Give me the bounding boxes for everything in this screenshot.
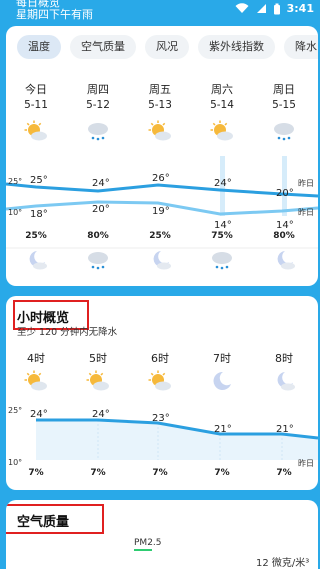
hour-label: 4时 <box>27 352 45 365</box>
day-name: 周日 <box>273 83 295 96</box>
hour-temp: 23° <box>152 413 170 424</box>
daily-forecast-card: 温度 空气质量 风况 紫外线指数 降水 今日 周四 周五 周六 周日 5-11 … <box>6 26 318 286</box>
moon-icon <box>202 370 242 394</box>
pm25-label: PM2.5 <box>134 538 162 548</box>
day-name: 周五 <box>149 83 171 96</box>
hourly-overview-card: 小时概览 至少 120 分钟内无降水 4时 5时 6时 7时 8时 25° 10… <box>6 296 318 490</box>
axis-high-label: 25° <box>8 177 23 186</box>
low-temp: 14° <box>214 220 232 231</box>
hour-temp: 24° <box>92 409 110 420</box>
day-date: 5-12 <box>86 99 110 111</box>
day-name: 今日 <box>25 83 47 96</box>
axis-high-label: 25° <box>8 406 23 415</box>
day-date: 5-15 <box>272 99 296 111</box>
pm25-bar <box>134 549 152 551</box>
rain-chance: 25% <box>149 231 171 241</box>
hour-temp: 21° <box>214 424 232 435</box>
signal-icon <box>255 3 267 14</box>
sun-cloud-icon <box>202 120 242 144</box>
tab-uv-index[interactable]: 紫外线指数 <box>198 35 275 59</box>
axis-low-label: 10° <box>8 208 23 217</box>
high-temp: 20° <box>276 188 294 199</box>
rain-cloud-icon <box>78 120 118 144</box>
rain-chance: 80% <box>273 231 295 241</box>
battery-icon <box>273 3 281 15</box>
yesterday-high-label: 昨日 <box>298 179 314 188</box>
moon-cloud-icon <box>140 249 180 273</box>
hour-rain-chance: 7% <box>90 468 106 478</box>
metric-tabs: 温度 空气质量 风况 紫外线指数 降水 <box>17 35 318 59</box>
low-temp: 14° <box>276 220 294 231</box>
hour-label: 5时 <box>89 352 107 365</box>
air-quality-card: 空气质量 PM2.5 12 微克/米³ <box>6 500 318 569</box>
rain-cloud-icon <box>78 249 118 273</box>
tab-air-quality[interactable]: 空气质量 <box>70 35 136 59</box>
moon-cloud-icon <box>16 249 56 273</box>
tab-temperature[interactable]: 温度 <box>17 35 61 59</box>
high-temp: 25° <box>30 175 48 186</box>
sun-cloud-icon <box>140 370 180 394</box>
today-marker <box>282 156 287 216</box>
high-temp-line <box>6 182 318 198</box>
rain-chance: 25% <box>25 231 47 241</box>
yesterday-low-label: 昨日 <box>298 208 314 217</box>
wifi-icon <box>235 3 249 14</box>
tab-precipitation[interactable]: 降水 <box>284 35 318 59</box>
hour-rain-chance: 7% <box>28 468 44 478</box>
day-date: 5-13 <box>148 99 172 111</box>
sun-cloud-icon <box>78 370 118 394</box>
day-name: 周四 <box>87 83 109 96</box>
daily-temperature-chart <box>6 156 318 249</box>
sun-cloud-icon <box>16 120 56 144</box>
moon-cloud-icon <box>264 370 304 394</box>
hour-rain-chance: 7% <box>276 468 292 478</box>
rain-chance: 75% <box>211 231 233 241</box>
tab-wind[interactable]: 风况 <box>145 35 189 59</box>
high-temp: 24° <box>92 178 110 189</box>
high-temp: 24° <box>214 178 232 189</box>
day-date: 5-14 <box>210 99 234 111</box>
sun-cloud-icon <box>140 120 180 144</box>
pm25-value: 12 微克/米³ <box>256 558 310 569</box>
high-temp: 26° <box>152 173 170 184</box>
rain-cloud-icon <box>202 249 242 273</box>
notification-text: 每日概览 星期四下午有雨 <box>16 0 93 21</box>
hour-label: 8时 <box>275 352 293 365</box>
hour-temp: 21° <box>276 424 294 435</box>
hour-label: 7时 <box>213 352 231 365</box>
precipitation-note: 至少 120 分钟内无降水 <box>17 327 118 338</box>
hour-rain-chance: 7% <box>214 468 230 478</box>
low-temp: 18° <box>30 209 48 220</box>
moon-cloud-icon <box>264 249 304 273</box>
axis-low-label: 10° <box>8 458 23 467</box>
day-date: 5-11 <box>24 99 48 111</box>
sun-cloud-icon <box>16 370 56 394</box>
hour-temp: 24° <box>30 409 48 420</box>
air-quality-title: 空气质量 <box>17 515 70 530</box>
rain-chance: 80% <box>87 231 109 241</box>
day-name: 周六 <box>211 83 233 96</box>
rain-cloud-icon <box>264 120 304 144</box>
clock: 3:41 <box>286 2 314 15</box>
status-bar: 每日概览 星期四下午有雨 3:41 <box>0 0 320 21</box>
hour-rain-chance: 7% <box>152 468 168 478</box>
hour-label: 6时 <box>151 352 169 365</box>
low-temp: 19° <box>152 206 170 217</box>
low-temp: 20° <box>92 204 110 215</box>
notification-subtitle: 星期四下午有雨 <box>16 8 93 21</box>
